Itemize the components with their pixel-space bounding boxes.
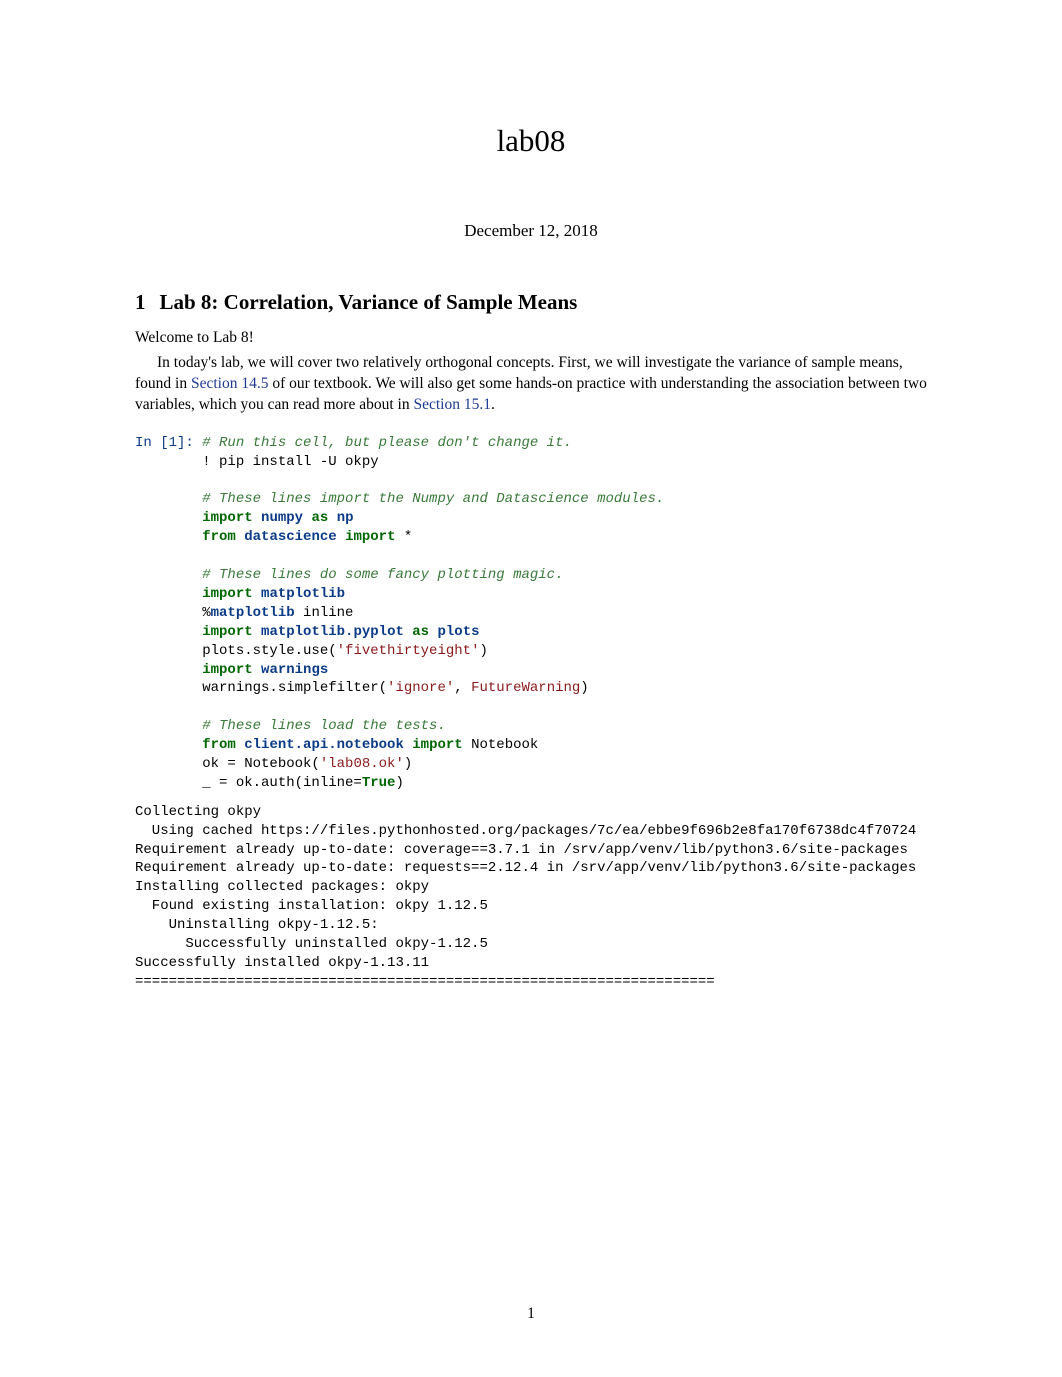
section-title: Lab 8: Correlation, Variance of Sample M… [160, 290, 578, 314]
alias-plots: plots [438, 624, 480, 640]
l12-pre: warnings.simplefilter( [135, 680, 387, 696]
l12-end: ) [580, 680, 588, 696]
out-6: Found existing installation: okpy 1.12.5 [135, 898, 488, 914]
l12-mid: , [454, 680, 471, 696]
kw-import-1: import [202, 510, 252, 526]
code-cell: In [1]: # Run this cell, but please don'… [135, 434, 927, 793]
document-date: December 12, 2018 [135, 220, 927, 243]
out-8: Successfully uninstalled okpy-1.12.5 [135, 936, 488, 952]
paragraph-1: Welcome to Lab 8! [135, 328, 927, 349]
inline-arg: inline [295, 605, 354, 621]
code-comment-3: # These lines do some fancy plotting mag… [202, 567, 563, 583]
notebook-class: Notebook [463, 737, 539, 753]
kw-import-2: import [345, 529, 395, 545]
kw-import-4: import [202, 624, 252, 640]
input-prompt: In [1]: [135, 435, 202, 451]
magic-matplotlib: matplotlib [211, 605, 295, 621]
paragraph-2: In today's lab, we will cover two relati… [135, 353, 927, 416]
link-section-14-5[interactable]: Section 14.5 [191, 375, 269, 392]
mod-matplotlib: matplotlib [261, 586, 345, 602]
futurewarning: FutureWarning [471, 680, 580, 696]
l10-pre: plots.style.use( [135, 643, 337, 659]
mod-client: client.api.notebook [244, 737, 404, 753]
kw-import-3: import [202, 586, 252, 602]
out-9: Successfully installed okpy-1.13.11 [135, 955, 429, 971]
kw-from-1: from [202, 529, 236, 545]
section-number: 1 [135, 290, 146, 314]
l10-end: ) [479, 643, 487, 659]
out-10: ========================================… [135, 974, 715, 990]
alias-np: np [337, 510, 354, 526]
code-comment-2: # These lines import the Numpy and Datas… [202, 491, 664, 507]
document-title: lab08 [135, 120, 927, 162]
mod-warnings: warnings [261, 662, 328, 678]
section-heading: 1 Lab 8: Correlation, Variance of Sample … [135, 288, 927, 316]
code-comment-1: # Run this cell, but please don't change… [202, 435, 572, 451]
mod-datascience: datascience [244, 529, 336, 545]
kw-import-6: import [412, 737, 462, 753]
link-section-15-1[interactable]: Section 15.1 [413, 396, 491, 413]
star-import: * [395, 529, 412, 545]
kw-from-2: from [202, 737, 236, 753]
l16-pre: _ = ok.auth(inline= [135, 775, 362, 791]
output-cell: Collecting okpy Using cached https://fil… [0, 803, 1062, 992]
pct-magic: % [135, 605, 211, 621]
str-53eight: 'fivethirtyeight' [337, 643, 480, 659]
str-lab08ok: 'lab08.ok' [320, 756, 404, 772]
kw-as-1: as [311, 510, 328, 526]
out-3: Requirement already up-to-date: coverage… [135, 842, 908, 858]
page-container: lab08 December 12, 2018 1 Lab 8: Correlat… [0, 0, 1062, 1377]
out-4: Requirement already up-to-date: requests… [135, 860, 916, 876]
l16-end: ) [395, 775, 403, 791]
out-5: Installing collected packages: okpy [135, 879, 429, 895]
code-comment-4: # These lines load the tests. [202, 718, 446, 734]
l15-pre: ok = Notebook( [135, 756, 320, 772]
p2-text-c: . [491, 396, 495, 413]
kw-import-5: import [202, 662, 252, 678]
page-number: 1 [0, 1304, 1062, 1325]
bool-true: True [362, 775, 396, 791]
l15-end: ) [404, 756, 412, 772]
str-ignore: 'ignore' [387, 680, 454, 696]
out-1: Collecting okpy [135, 804, 261, 820]
mod-pyplot: matplotlib.pyplot [261, 624, 404, 640]
code-line-pip: ! pip install -U okpy [135, 454, 379, 470]
mod-numpy: numpy [261, 510, 303, 526]
out-2: Using cached https://files.pythonhosted.… [135, 823, 916, 839]
out-7: Uninstalling okpy-1.12.5: [135, 917, 379, 933]
kw-as-2: as [412, 624, 429, 640]
